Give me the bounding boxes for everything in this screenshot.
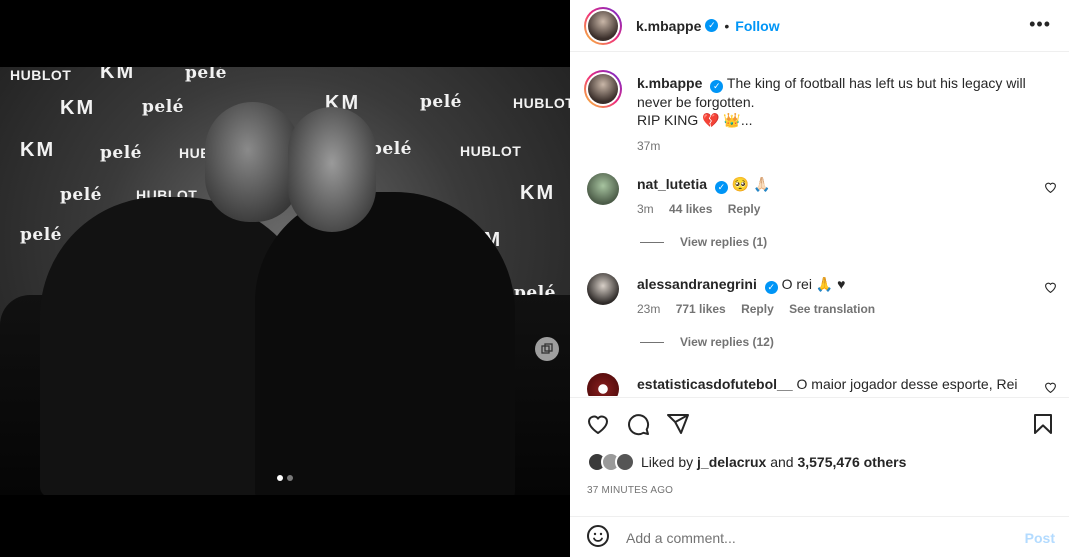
likes-summary[interactable]: Liked by j_delacrux and 3,575,476 others <box>587 452 906 472</box>
emoji-icon[interactable] <box>586 524 610 551</box>
comment-time[interactable]: 23m <box>637 302 660 316</box>
view-replies-button[interactable]: View replies (1) <box>640 235 767 249</box>
comment-meta: 23m 771 likes Reply See translation <box>637 302 887 316</box>
wall-logo: pelé <box>142 97 184 117</box>
more-icon[interactable]: ••• <box>1029 14 1051 35</box>
comment-text: O maior jogador desse esporte, Rei <box>796 376 1018 392</box>
comment-item: nat_lutetia ✓ 🥺 🙏🏻 3m 44 likes Reply <box>584 173 1069 216</box>
post-photo[interactable]: HUBLOT KM pelé KM pelé KM pelé HUBLOT KM… <box>0 67 570 495</box>
carousel-dot[interactable] <box>287 475 293 481</box>
wall-logo: pelé <box>60 185 102 205</box>
caption-meta: 37m <box>637 137 1037 155</box>
likes-prefix: Liked by <box>641 454 694 470</box>
commenter-username[interactable]: estatisticasdofutebol__ <box>637 376 793 392</box>
verified-badge-icon: ✓ <box>764 281 778 294</box>
post-timestamp[interactable]: 37 MINUTES AGO <box>587 485 673 496</box>
comment-like-icon[interactable] <box>1044 181 1057 196</box>
comment-like-icon[interactable] <box>1044 281 1057 296</box>
comment-likes[interactable]: 44 likes <box>669 202 712 216</box>
comment-item: estatisticasdofutebol__ O maior jogador … <box>584 373 1069 396</box>
commenter-avatar[interactable] <box>587 173 619 205</box>
liker-avatar <box>615 452 635 472</box>
wall-logo: pelé <box>420 92 462 112</box>
separator-dot: • <box>724 17 730 34</box>
author-username[interactable]: k.mbappe <box>636 18 701 34</box>
caption-avatar[interactable] <box>584 70 622 108</box>
comment-like-icon[interactable] <box>1044 381 1057 396</box>
person-right <box>255 192 515 495</box>
wall-logo: HUBLOT <box>460 143 522 159</box>
wall-logo: pelé <box>185 67 227 83</box>
likes-and: and <box>770 454 794 470</box>
verified-badge-icon: ✓ <box>714 181 728 194</box>
see-translation-button[interactable]: See translation <box>789 302 875 316</box>
post-actions: Liked by j_delacrux and 3,575,476 others… <box>570 397 1069 557</box>
comment-time[interactable]: 3m <box>637 202 654 216</box>
post-sidebar: k.mbappe ✓ • Follow ••• k.mbappe ✓ The k… <box>570 0 1069 557</box>
caption-text-2: RIP KING 💔 👑... <box>637 112 753 128</box>
comment-meta: 3m 44 likes Reply <box>637 202 772 216</box>
comment-likes[interactable]: 771 likes <box>676 302 726 316</box>
reply-button[interactable]: Reply <box>728 202 761 216</box>
comment-text: O rei 🙏 ♥ <box>781 276 846 292</box>
commenter-username[interactable]: nat_lutetia <box>637 176 707 192</box>
comments-list[interactable]: k.mbappe ✓ The king of football has left… <box>570 53 1069 396</box>
post-header: k.mbappe ✓ • Follow ••• <box>570 0 1069 52</box>
likes-count[interactable]: 3,575,476 others <box>797 454 906 470</box>
person-right-head <box>288 107 376 232</box>
carousel-dot-active <box>277 475 283 481</box>
person-left-head <box>205 102 300 222</box>
comment-input[interactable] <box>626 529 1006 546</box>
wall-logo: pelé <box>370 139 412 159</box>
share-icon[interactable] <box>666 412 690 439</box>
wall-logo: KM <box>60 97 96 119</box>
verified-badge-icon: ✓ <box>710 80 724 93</box>
add-comment-bar: Post <box>570 516 1069 557</box>
wall-logo: KM <box>100 67 136 83</box>
follow-button[interactable]: Follow <box>735 18 779 34</box>
verified-badge-icon: ✓ <box>705 19 719 32</box>
reply-button[interactable]: Reply <box>741 302 774 316</box>
wall-logo: KM <box>20 139 56 161</box>
post-media[interactable]: HUBLOT KM pelé KM pelé KM pelé HUBLOT KM… <box>0 0 570 557</box>
commenter-username[interactable]: alessandranegrini <box>637 276 757 292</box>
liker-username[interactable]: j_delacrux <box>697 454 766 470</box>
view-replies-button[interactable]: View replies (12) <box>640 335 774 349</box>
post-comment-button[interactable]: Post <box>1025 530 1055 546</box>
caption-username[interactable]: k.mbappe <box>637 75 702 91</box>
commenter-avatar[interactable] <box>587 373 619 396</box>
author-avatar[interactable] <box>584 6 622 45</box>
bookmark-icon[interactable] <box>1031 412 1055 439</box>
carousel-indicator <box>277 475 293 481</box>
comment-icon[interactable] <box>626 412 650 439</box>
view-replies-label: View replies (12) <box>680 335 774 349</box>
view-replies-label: View replies (1) <box>680 235 768 249</box>
wall-logo: HUBLOT <box>10 67 72 83</box>
comment-item: alessandranegrini ✓ O rei 🙏 ♥ 23m 771 li… <box>584 273 1069 316</box>
caption-time[interactable]: 37m <box>637 139 660 153</box>
comment-text: 🥺 🙏🏻 <box>731 176 771 192</box>
commenter-avatar[interactable] <box>587 273 619 305</box>
wall-logo: KM <box>520 182 556 204</box>
heart-icon[interactable] <box>586 412 610 439</box>
wall-logo: pelé <box>20 225 62 245</box>
wall-logo: HUBLOT <box>513 95 570 111</box>
wall-logo: pelé <box>100 143 142 163</box>
carousel-stack-icon <box>535 337 559 361</box>
